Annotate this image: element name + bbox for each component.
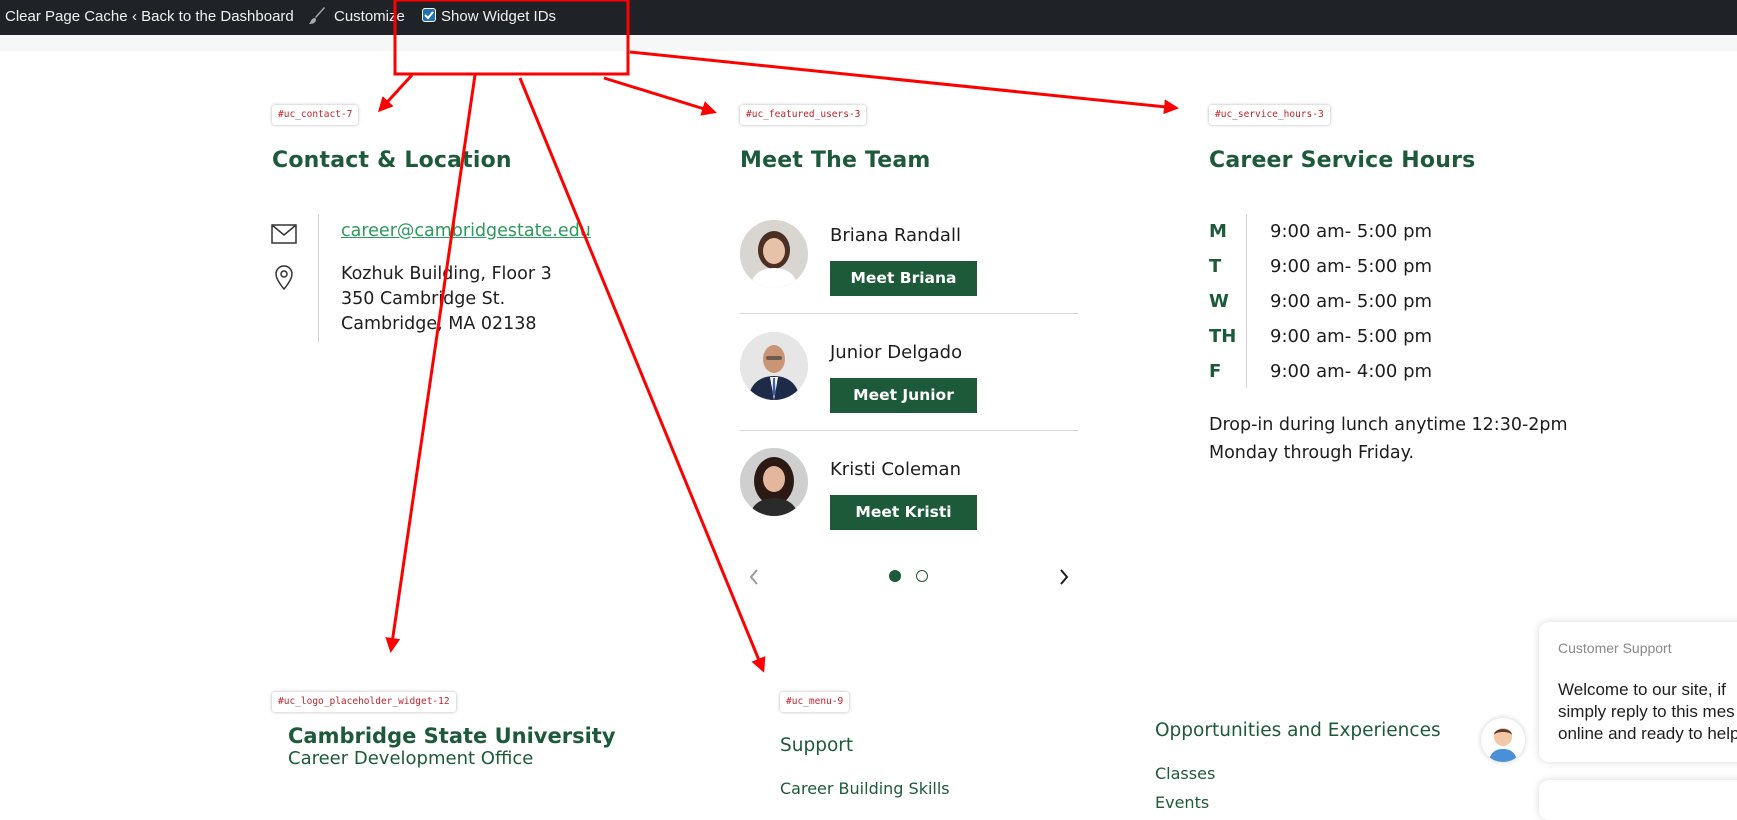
member-name: Junior Delgado: [830, 342, 963, 363]
address-line-1: Kozhuk Building, Floor 3: [341, 264, 552, 284]
address-line-3: Cambridge, MA 02138: [341, 314, 537, 334]
back-to-dashboard-link[interactable]: ‹ Back to the Dashboard: [132, 8, 294, 25]
menu-heading-support: Support: [780, 735, 854, 756]
member-separator: [740, 313, 1078, 314]
menu-link-events[interactable]: Events: [1155, 793, 1209, 812]
hours-time: 9:00 am- 5:00 pm: [1270, 291, 1433, 312]
person-photo-icon: [740, 448, 808, 516]
chat-message-line: simply reply to this mes: [1558, 702, 1735, 721]
clear-page-cache-link[interactable]: Clear Page Cache: [5, 8, 128, 25]
contact-divider: [318, 214, 319, 342]
carousel-dot-1[interactable]: [889, 570, 901, 582]
menu-link-classes[interactable]: Classes: [1155, 764, 1215, 783]
hours-day: T: [1209, 256, 1222, 277]
address-line-2: 350 Cambridge St.: [341, 289, 506, 309]
hours-day: TH: [1209, 326, 1237, 347]
member-name: Briana Randall: [830, 225, 961, 246]
annotation-arrow: [629, 50, 1179, 115]
annotation-arrow: [603, 76, 717, 116]
office-name: Career Development Office: [288, 748, 534, 769]
avatar-junior[interactable]: [740, 332, 808, 400]
carousel-next-icon[interactable]: [1058, 568, 1070, 586]
widget-id-tag-team: #uc_featured_users-3: [740, 105, 867, 125]
show-widget-ids-label[interactable]: Show Widget IDs: [441, 8, 556, 25]
member-name: Kristi Coleman: [830, 459, 961, 480]
hours-day: F: [1209, 361, 1222, 382]
meet-briana-button[interactable]: Meet Briana: [830, 261, 977, 296]
hours-note-line-2: Monday through Friday.: [1209, 443, 1415, 463]
mail-icon: [271, 224, 297, 244]
carousel-prev-icon[interactable]: [748, 568, 760, 586]
person-photo-icon: [740, 220, 808, 288]
admin-bar: Clear Page Cache ‹ Back to the Dashboard…: [0, 0, 1737, 35]
hours-divider: [1246, 214, 1247, 388]
member-separator: [740, 430, 1078, 431]
meet-kristi-button[interactable]: Meet Kristi: [830, 495, 977, 530]
paintbrush-icon: [309, 7, 325, 24]
widget-id-tag-logo: #uc_logo_placeholder_widget-12: [272, 692, 456, 712]
annotation-arrow: [377, 73, 414, 113]
hours-day: W: [1209, 291, 1229, 312]
widget-id-tag-contact: #uc_contact-7: [272, 105, 359, 125]
carousel-dot-2[interactable]: [916, 570, 928, 582]
hours-note-line-1: Drop-in during lunch anytime 12:30-2pm: [1209, 415, 1568, 435]
support-agent-icon: [1489, 728, 1517, 762]
widget-id-tag-hours: #uc_service_hours-3: [1209, 105, 1330, 125]
meet-junior-button[interactable]: Meet Junior: [830, 378, 977, 413]
location-pin-icon: [275, 265, 293, 291]
contact-title: Contact & Location: [272, 148, 512, 173]
header-strip: [0, 35, 1737, 51]
chat-message-line: Welcome to our site, if: [1558, 680, 1726, 699]
team-title: Meet The Team: [740, 148, 931, 173]
university-name[interactable]: Cambridge State University: [288, 724, 616, 748]
chat-agent-avatar[interactable]: [1481, 718, 1525, 762]
checkmark-icon: [424, 11, 434, 20]
hours-day: M: [1209, 221, 1227, 242]
widget-id-tag-menu: #uc_menu-9: [780, 692, 850, 712]
hours-time: 9:00 am- 5:00 pm: [1270, 256, 1433, 277]
hours-time: 9:00 am- 5:00 pm: [1270, 221, 1433, 242]
customize-link[interactable]: Customize: [334, 8, 405, 25]
person-photo-icon: [740, 332, 808, 400]
show-widget-ids-checkbox[interactable]: [422, 8, 436, 22]
menu-link-career-building-skills[interactable]: Career Building Skills: [780, 779, 950, 798]
contact-email-link[interactable]: career@cambridgestate.edu: [341, 221, 591, 241]
chat-message-line: online and ready to help: [1558, 724, 1737, 743]
menu-heading-opportunities: Opportunities and Experiences: [1155, 720, 1441, 741]
avatar-briana[interactable]: [740, 220, 808, 288]
chat-input-card[interactable]: [1539, 780, 1737, 820]
hours-title: Career Service Hours: [1209, 148, 1476, 173]
hours-time: 9:00 am- 4:00 pm: [1270, 361, 1433, 382]
chat-title: Customer Support: [1558, 640, 1672, 656]
annotation-arrow: [518, 77, 766, 673]
avatar-kristi[interactable]: [740, 448, 808, 516]
hours-time: 9:00 am- 5:00 pm: [1270, 326, 1433, 347]
